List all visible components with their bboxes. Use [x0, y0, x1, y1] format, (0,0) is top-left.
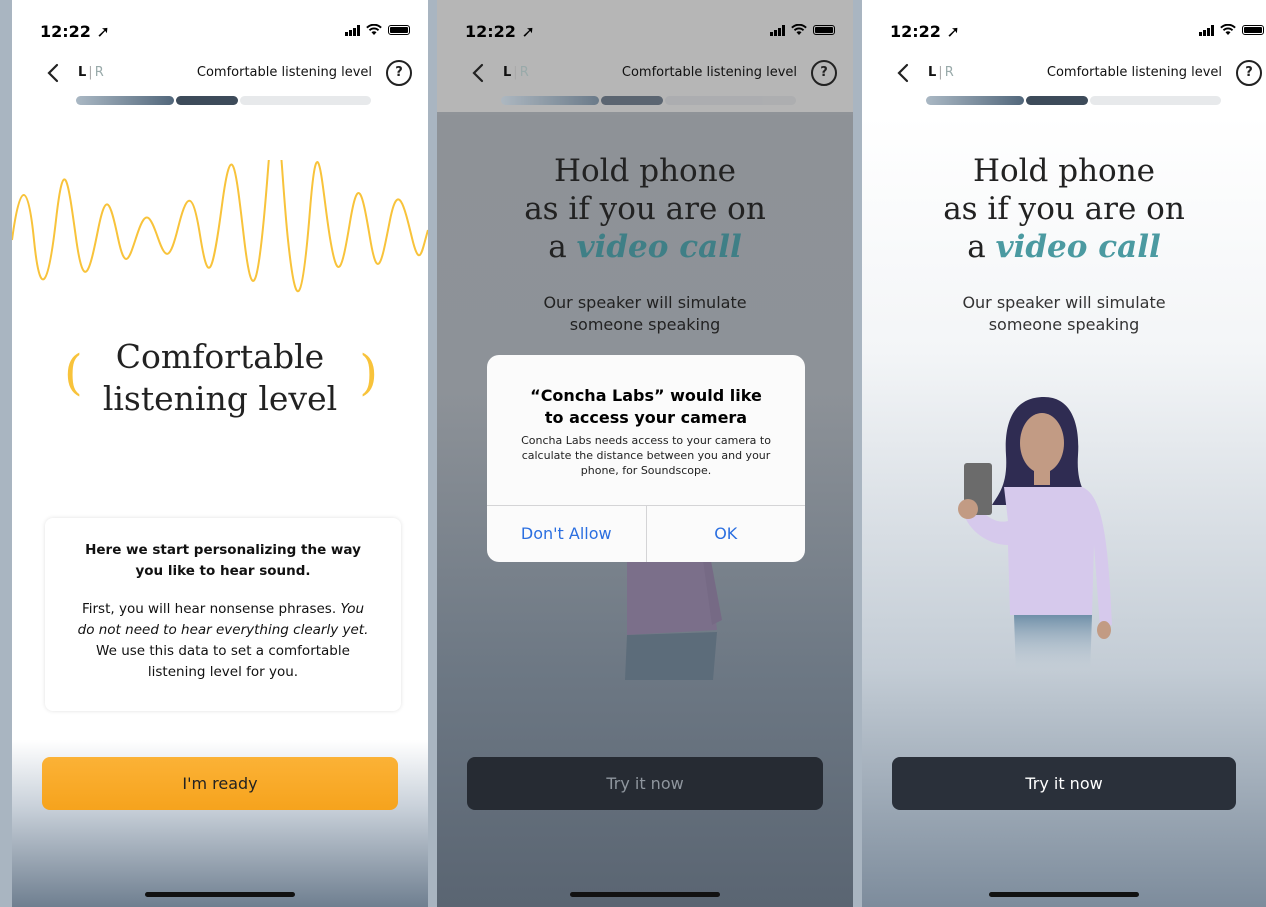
wifi-icon — [791, 24, 807, 35]
screen-title: Comfortable listening level — [12, 336, 428, 420]
status-time: 12:22 ➚ — [890, 22, 960, 41]
screen-comfortable-level: 12:22 ➚ L | R Comfortable listening level … — [12, 0, 428, 907]
camera-permission-dialog: “Concha Labs” would like to access your … — [487, 355, 805, 562]
help-icon[interactable]: ? — [811, 60, 837, 86]
nav-title: Comfortable listening level — [621, 65, 797, 80]
status-time: 12:22 ➚ — [465, 22, 535, 41]
card-body-text-2: We use this data to set a comfortable li… — [96, 643, 350, 680]
dialog-title-line-1: “Concha Labs” would like — [530, 386, 762, 405]
nav-title: Comfortable listening level — [1046, 65, 1222, 80]
dialog-title: “Concha Labs” would like to access your … — [487, 355, 805, 429]
headline-highlight: video call — [576, 229, 742, 265]
headline: Hold phone as if you are on a video call — [862, 152, 1266, 266]
ear-indicator: L | R — [78, 65, 104, 80]
signal-icon — [770, 24, 785, 36]
signal-icon — [345, 24, 360, 36]
subtitle: Our speaker will simulate someone speaki… — [437, 292, 853, 336]
headline-line-2: as if you are on — [524, 191, 766, 227]
back-chevron-icon[interactable] — [467, 61, 491, 85]
dont-allow-button[interactable]: Don't Allow — [487, 506, 646, 562]
status-icons — [1199, 24, 1264, 36]
im-ready-button[interactable]: I'm ready — [42, 757, 398, 810]
progress-bar — [501, 96, 796, 105]
dialog-title-line-2: to access your camera — [544, 408, 748, 427]
left-ear-label: L — [78, 65, 87, 80]
progress-bar — [926, 96, 1221, 105]
right-ear-label: R — [94, 65, 104, 80]
subtitle-line-1: Our speaker will simulate — [543, 293, 747, 312]
battery-icon — [1242, 25, 1264, 35]
title-line-1: Comfortable — [115, 337, 325, 376]
back-chevron-icon[interactable] — [42, 61, 66, 85]
ear-separator: | — [513, 65, 518, 80]
subtitle-line-2: someone speaking — [569, 315, 721, 334]
card-body-text-1: First, you will hear nonsense phrases. — [81, 601, 337, 617]
battery-icon — [388, 25, 410, 35]
status-icons — [345, 24, 410, 36]
status-time: 12:22 ➚ — [40, 22, 110, 41]
ear-indicator: L | R — [928, 65, 954, 80]
dialog-message: Concha Labs needs access to your camera … — [521, 434, 771, 477]
progress-bar — [76, 96, 371, 105]
help-icon[interactable]: ? — [1236, 60, 1262, 86]
status-bar: 12:22 ➚ — [437, 0, 853, 50]
nav-bar: L | R Comfortable listening level ? — [862, 55, 1266, 95]
ear-separator: | — [938, 65, 943, 80]
info-card-title: Here we start personalizing the way you … — [85, 542, 361, 579]
status-bar: 12:22 ➚ — [862, 0, 1266, 50]
home-indicator[interactable] — [145, 892, 295, 897]
nav-title: Comfortable listening level — [196, 65, 372, 80]
headline: Hold phone as if you are on a video call — [437, 152, 853, 266]
try-it-now-button[interactable]: Try it now — [892, 757, 1236, 810]
help-icon[interactable]: ? — [386, 60, 412, 86]
headline-highlight: video call — [995, 229, 1161, 265]
headline-line-1: Hold phone — [553, 153, 737, 189]
info-card-body: First, you will hear nonsense phrases. Y… — [73, 599, 373, 683]
ear-separator: | — [88, 65, 93, 80]
status-icons — [770, 24, 835, 36]
headline-prefix: a — [548, 229, 577, 265]
subtitle-line-1: Our speaker will simulate — [962, 293, 1166, 312]
headline-line-3: a video call — [437, 228, 853, 266]
subtitle-line-2: someone speaking — [988, 315, 1140, 334]
nav-bar: L | R Comfortable listening level ? — [12, 55, 428, 95]
right-ear-label: R — [519, 65, 529, 80]
ear-indicator: L | R — [503, 65, 529, 80]
home-indicator[interactable] — [989, 892, 1139, 897]
try-it-now-button[interactable]: Try it now — [467, 757, 823, 810]
left-ear-label: L — [503, 65, 512, 80]
screen-camera-permission: 12:22 ➚ L | R Comfortable listening level … — [437, 0, 853, 907]
person-holding-phone-illustration — [958, 397, 1112, 675]
battery-icon — [813, 25, 835, 35]
wifi-icon — [366, 24, 382, 35]
sound-wave-graphic — [12, 160, 428, 293]
subtitle: Our speaker will simulate someone speaki… — [862, 292, 1266, 336]
screen-hold-phone: 12:22 ➚ L | R Comfortable listening level … — [862, 0, 1266, 907]
title-line-2: listening level — [102, 379, 338, 418]
info-card: Here we start personalizing the way you … — [45, 518, 401, 711]
headline-line-2: as if you are on — [943, 191, 1185, 227]
status-bar: 12:22 ➚ — [12, 0, 428, 50]
headline-line-3: a video call — [862, 228, 1266, 266]
back-chevron-icon[interactable] — [892, 61, 916, 85]
wifi-icon — [1220, 24, 1236, 35]
home-indicator[interactable] — [570, 892, 720, 897]
headline-prefix: a — [967, 229, 996, 265]
signal-icon — [1199, 24, 1214, 36]
headline-line-1: Hold phone — [972, 153, 1156, 189]
left-ear-label: L — [928, 65, 937, 80]
ok-button[interactable]: OK — [645, 506, 806, 562]
right-ear-label: R — [944, 65, 954, 80]
dialog-buttons: Don't Allow OK — [487, 505, 805, 562]
